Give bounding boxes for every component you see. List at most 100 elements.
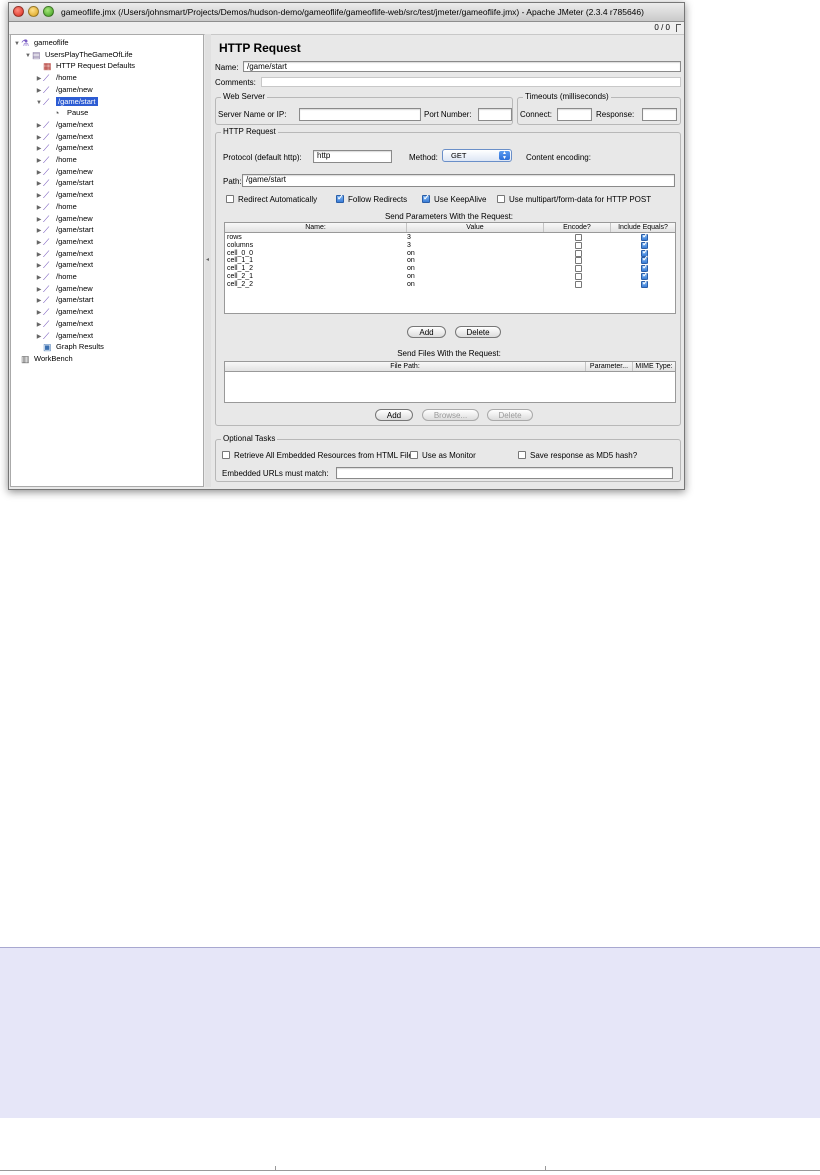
param-name-cell[interactable]: cell_1_1 <box>227 257 253 265</box>
param-value-cell[interactable]: 3 <box>407 242 411 250</box>
tree-item[interactable]: ▶ ⟋/home <box>35 72 77 83</box>
table-row[interactable]: cell_0_0 on <box>225 248 675 258</box>
encode-checkbox[interactable] <box>575 280 582 288</box>
tree-item[interactable]: ▶ ⟋/game/start <box>35 224 94 235</box>
tree-item[interactable]: ▶ ⟋/game/next <box>35 236 93 247</box>
param-name-cell[interactable]: rows <box>227 234 242 242</box>
encode-checkbox[interactable] <box>575 257 582 265</box>
tree-item-label: UsersPlayTheGameOfLife <box>45 49 133 59</box>
retrieve-embedded-checkbox[interactable] <box>222 451 230 459</box>
tree-item-label: /game/next <box>56 260 94 270</box>
name-field[interactable]: /game/start <box>243 61 681 72</box>
files-table[interactable]: File Path: Parameter... MIME Type: <box>224 361 676 403</box>
connect-field[interactable] <box>557 108 592 121</box>
protocol-field[interactable]: http <box>313 150 392 163</box>
port-field[interactable] <box>478 108 512 121</box>
close-button[interactable] <box>13 6 24 17</box>
delete-parameter-button[interactable]: Delete <box>455 326 501 338</box>
encode-checkbox[interactable] <box>575 273 582 280</box>
test-plan-tree[interactable]: ▼⚗ gameoflife ▼▤ UsersPlayTheGameOfLife ▦ HTT… <box>10 34 204 487</box>
expanded-arrow-icon[interactable]: ▼ <box>24 51 32 62</box>
add-parameter-button[interactable]: Add <box>407 326 446 338</box>
param-name-cell[interactable]: cell_2_2 <box>227 281 253 289</box>
param-value-cell[interactable]: on <box>407 257 415 265</box>
table-row[interactable]: cell_2_1 on <box>225 271 675 281</box>
tree-item[interactable]: ▶ ⟋/game/next <box>35 306 93 317</box>
tree-item[interactable]: ▶ ⟋/game/new <box>35 213 93 224</box>
param-name-cell[interactable]: columns <box>227 242 253 250</box>
table-row[interactable]: cell_2_2 on <box>225 279 675 289</box>
expanded-arrow-icon[interactable]: ▼ <box>35 98 43 109</box>
keepalive-checkbox[interactable] <box>422 193 430 203</box>
param-value-cell[interactable]: on <box>407 281 415 289</box>
browse-button[interactable]: Browse... <box>422 409 479 421</box>
table-row[interactable]: cell_1_2 on <box>225 263 675 273</box>
tree-item[interactable]: ▶ ⟋/game/next <box>35 119 93 130</box>
tree-item[interactable]: ▶ ⟋/game/new <box>35 84 93 95</box>
table-row[interactable]: rows 3 <box>225 232 675 242</box>
tree-item[interactable]: ▼⚗ gameoflife <box>13 37 69 48</box>
add-file-button[interactable]: Add <box>375 409 413 421</box>
tree-item[interactable]: ▼⟋ /game/start <box>35 96 98 107</box>
param-name-cell[interactable]: cell_0_0 <box>227 250 253 258</box>
tree-item[interactable]: ▶ ⟋/home <box>35 154 77 165</box>
parameters-table[interactable]: Name: Value Encode? Include Equals? rows… <box>224 222 676 314</box>
tree-item[interactable]: ▶ ⟋/game/start <box>35 177 94 188</box>
tree-item[interactable]: ▶ ⟋/game/next <box>35 142 93 153</box>
tree-item[interactable]: ▣ Graph Results <box>35 341 104 352</box>
include-equals-checkbox[interactable] <box>641 279 649 288</box>
table-row[interactable]: cell_1_1 on <box>225 255 675 265</box>
encode-checkbox[interactable] <box>575 234 582 241</box>
path-field[interactable]: /game/start <box>242 174 675 187</box>
follow-redirects-checkbox[interactable] <box>336 193 344 203</box>
column-header-value[interactable]: Value <box>407 223 544 232</box>
web-server-title: Web Server <box>221 92 268 102</box>
title-bar[interactable]: gameoflife.jmx (/Users/johnsmart/Project… <box>9 3 684 22</box>
encode-checkbox[interactable] <box>575 241 582 249</box>
tree-item[interactable]: ▶ ⟋/game/start <box>35 294 94 305</box>
method-select[interactable]: GET ▲ ▼ <box>442 149 512 162</box>
zoom-button[interactable] <box>43 6 54 17</box>
response-field[interactable] <box>642 108 677 121</box>
tree-item[interactable]: ▶ ⟋/game/next <box>35 259 93 270</box>
param-value-cell[interactable]: 3 <box>407 234 411 242</box>
tree-item[interactable]: ◔ Pause <box>46 107 88 118</box>
column-header-name[interactable]: Name: <box>225 223 407 232</box>
column-header-parameter[interactable]: Parameter... <box>586 362 633 371</box>
tree-item[interactable]: ▶ ⟋/game/next <box>35 318 93 329</box>
splitter-grip-icon[interactable]: ◂ <box>206 256 209 263</box>
tree-item[interactable]: ▶ ⟋/game/next <box>35 131 93 142</box>
column-header-file-path[interactable]: File Path: <box>225 362 586 371</box>
comments-field[interactable] <box>261 77 681 87</box>
tree-item[interactable]: ▶ ⟋/game/new <box>35 166 93 177</box>
tree-item[interactable]: ▼▤ UsersPlayTheGameOfLife <box>24 49 133 60</box>
tree-item[interactable]: ▶ ⟋/game/next <box>35 330 93 341</box>
column-header-mime-type[interactable]: MIME Type: <box>633 362 675 371</box>
encode-checkbox[interactable] <box>575 249 582 257</box>
tree-item[interactable]: ▶ ⟋/game/new <box>35 283 93 294</box>
tree-item[interactable]: ▶ ⟋/home <box>35 271 77 282</box>
tree-item[interactable]: ▶ ⟋/home <box>35 201 77 212</box>
param-value-cell[interactable]: on <box>407 250 415 258</box>
param-value-cell[interactable]: on <box>407 273 415 281</box>
tree-item[interactable]: ▶ ⟋/game/next <box>35 248 93 259</box>
tree-item[interactable]: ▶ ⟋/game/next <box>35 189 93 200</box>
server-field[interactable] <box>299 108 421 121</box>
param-value-cell[interactable]: on <box>407 265 415 273</box>
redirect-automatically-checkbox[interactable] <box>226 195 234 203</box>
column-header-encode[interactable]: Encode? <box>544 223 611 232</box>
use-as-monitor-checkbox[interactable] <box>410 451 418 459</box>
tree-item-label: HTTP Request Defaults <box>56 61 136 71</box>
expanded-arrow-icon[interactable]: ▼ <box>13 39 21 50</box>
param-name-cell[interactable]: cell_1_2 <box>227 265 253 273</box>
table-row[interactable]: columns 3 <box>225 240 675 250</box>
multipart-checkbox[interactable] <box>497 195 505 203</box>
delete-file-button[interactable]: Delete <box>487 409 533 421</box>
embedded-urls-field[interactable] <box>336 467 673 479</box>
param-name-cell[interactable]: cell_2_1 <box>227 273 253 281</box>
md5-hash-checkbox[interactable] <box>518 451 526 459</box>
minimize-button[interactable] <box>28 6 39 17</box>
encode-checkbox[interactable] <box>575 265 582 273</box>
tree-item[interactable]: ▥ WorkBench <box>13 353 73 364</box>
tree-item[interactable]: ▦ HTTP Request Defaults <box>35 60 135 71</box>
